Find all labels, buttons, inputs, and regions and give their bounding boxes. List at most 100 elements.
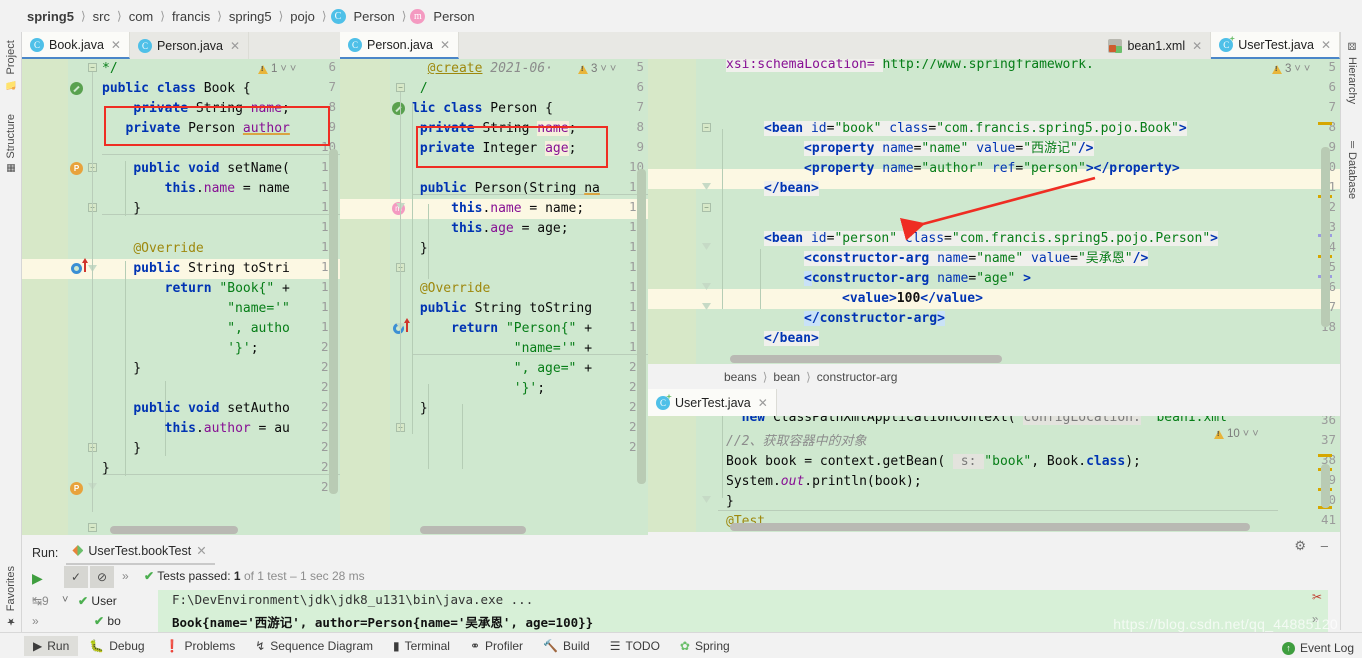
editor-scrollbar-person[interactable]: [637, 169, 646, 484]
check-icon: ✔: [144, 569, 155, 583]
build-hammer-icon: 🔨: [543, 638, 559, 653]
code-line: return "Person{" +: [451, 321, 593, 336]
editor-bean1-xml[interactable]: 5 6 7 8 9 10 11 12 13 14 15 16 17 18 − −…: [648, 59, 1340, 364]
tab-usertest-java[interactable]: C UserTest.java ✕: [1211, 32, 1340, 59]
chevron-up-icon[interactable]: ˅: [1243, 428, 1249, 440]
sidebar-item-project[interactable]: 📁 Project: [0, 36, 22, 94]
chevron-down-icon[interactable]: ˅: [610, 63, 616, 75]
bottom-tab-problems[interactable]: ❗ Problems: [156, 636, 245, 656]
breadcrumb-item-person-class[interactable]: C Person: [330, 8, 398, 24]
close-icon[interactable]: ✕: [440, 38, 450, 52]
editor-hscrollbar-person[interactable]: [420, 526, 526, 534]
breadcrumb-item-com[interactable]: com: [126, 9, 157, 24]
bottom-tab-debug[interactable]: 🐛 Debug: [80, 636, 153, 656]
xml-crumb-ctorarg[interactable]: constructor-arg: [817, 370, 898, 384]
bottom-tab-label: Debug: [109, 638, 145, 653]
chevron-down-icon[interactable]: ˅: [1252, 428, 1258, 440]
editor-book-java[interactable]: 6 7 8 9 10 11 12 13 14 15 16 17 18 19 20…: [22, 59, 340, 535]
chevron-down-icon[interactable]: ˅: [290, 63, 296, 75]
show-ignored-toggle[interactable]: ⊘: [90, 566, 114, 588]
line-number: 7: [328, 79, 336, 94]
close-icon[interactable]: ✕: [1321, 38, 1331, 52]
bottom-tab-profiler[interactable]: ⚭ Profiler: [461, 636, 532, 656]
breadcrumb-item-pojo[interactable]: pojo: [287, 9, 318, 24]
bottom-tab-todo[interactable]: ☰ TODO: [601, 636, 669, 656]
expand-tree-icon[interactable]: »: [32, 614, 39, 628]
fold-end-icon[interactable]: [702, 496, 711, 503]
fold-icon[interactable]: −: [88, 523, 97, 532]
close-icon[interactable]: ✕: [1192, 39, 1202, 53]
inspection-widget-xml[interactable]: 3 ˅ ˅: [1272, 63, 1310, 75]
fold-end-icon[interactable]: [702, 243, 711, 250]
breadcrumb-item-spring5[interactable]: spring5: [24, 9, 77, 24]
breadcrumb-item-spring5-pkg[interactable]: spring5: [226, 9, 275, 24]
editor-hscrollbar-usertest[interactable]: [730, 523, 1250, 531]
chevron-up-icon[interactable]: ˅: [600, 63, 606, 75]
sidebar-item-favorites[interactable]: ★ Favorites: [0, 562, 22, 630]
xml-crumb-bean[interactable]: bean: [773, 370, 800, 384]
sort-by-duration-icon[interactable]: ↹9: [32, 594, 49, 608]
bottom-tab-sequence-diagram[interactable]: ↯ Sequence Diagram: [246, 636, 382, 656]
tab-usertest-java-bottom[interactable]: C UserTest.java ✕: [648, 389, 777, 416]
breadcrumb-separator: ⟩: [401, 9, 407, 23]
override-gutter-icon[interactable]: [71, 263, 82, 274]
editor-scrollbar-xml[interactable]: [1321, 147, 1330, 327]
tab-bean1-xml[interactable]: x bean1.xml ✕: [1100, 32, 1212, 59]
expand-toolbar-button[interactable]: »: [122, 569, 129, 583]
close-icon[interactable]: ✕: [758, 396, 768, 410]
chevron-up-icon[interactable]: ˅: [1294, 63, 1300, 75]
code-line-ctx: new ClassPathXmlApplicationContext( conf…: [726, 416, 1235, 428]
close-icon[interactable]: ✕: [230, 39, 240, 53]
inspection-widget-person[interactable]: 3 ˅ ˅: [578, 63, 616, 75]
caret-row-highlight: [648, 289, 1340, 309]
editor-hscrollbar-book[interactable]: [110, 526, 238, 534]
show-passed-toggle[interactable]: ✓: [64, 566, 88, 588]
chevron-down-icon[interactable]: ˅: [1304, 63, 1310, 75]
tab-person-java[interactable]: C Person.java ✕: [129, 32, 250, 59]
xml-crumb-beans[interactable]: beans: [724, 370, 757, 384]
sidebar-item-structure[interactable]: ▦ Structure: [0, 110, 22, 178]
fold-icon[interactable]: −: [702, 123, 711, 132]
inspection-widget-book[interactable]: 1 ˅ ˅: [258, 63, 296, 75]
breadcrumb-item-person-method[interactable]: m Person: [410, 8, 477, 24]
chevron-up-icon[interactable]: ˅: [280, 63, 286, 75]
hide-panel-icon[interactable]: –: [1321, 538, 1328, 553]
marker-stripe[interactable]: [1318, 122, 1332, 125]
sidebar-item-database[interactable]: ═ Database: [1341, 137, 1362, 203]
property-gutter-icon[interactable]: P: [70, 482, 83, 495]
close-icon[interactable]: ✕: [111, 38, 121, 52]
tab-book-java[interactable]: C Book.java ✕: [22, 32, 130, 59]
close-icon[interactable]: ✕: [196, 543, 206, 558]
fold-icon[interactable]: −: [88, 63, 97, 72]
bottom-tab-run[interactable]: ▶ Run: [24, 635, 79, 656]
editor-scrollbar-usertest[interactable]: [1321, 464, 1330, 508]
java-class-icon: C: [137, 38, 152, 53]
marker-stripe[interactable]: [1318, 454, 1332, 457]
fold-icon[interactable]: −: [396, 83, 405, 92]
breadcrumb-item-src[interactable]: src: [90, 9, 113, 24]
editor-hscrollbar-xml[interactable]: [730, 355, 1002, 363]
run-class-gutter-icon[interactable]: [392, 102, 405, 115]
chevron-down-icon[interactable]: ˅: [62, 594, 68, 606]
bottom-tab-spring[interactable]: ✿ Spring: [671, 636, 739, 656]
run-class-gutter-icon[interactable]: [70, 82, 83, 95]
fold-icon[interactable]: −: [702, 203, 711, 212]
property-gutter-icon[interactable]: P: [70, 162, 83, 175]
breadcrumb-item-francis[interactable]: francis: [169, 9, 213, 24]
soft-wrap-icon[interactable]: ✂: [1312, 590, 1322, 604]
method-separator: [718, 510, 1278, 511]
event-log-button[interactable]: ↑ Event Log: [1281, 641, 1354, 655]
editor-usertest-java[interactable]: 36 37 38 39 40 41 new ClassPathXmlApplic…: [648, 416, 1340, 532]
editor-person-java[interactable]: 5 6 7 8 9 10 11 12 13 14 15 16 17 18 19 …: [340, 59, 648, 535]
rerun-button[interactable]: ▶: [32, 570, 43, 587]
test-tree-node-class[interactable]: ✔ User: [78, 594, 117, 608]
sidebar-item-hierarchy[interactable]: ⚄ Hierarchy: [1341, 38, 1362, 108]
inspection-widget-usertest[interactable]: 10 ˅ ˅: [1214, 428, 1259, 440]
tab-person-java-active[interactable]: C Person.java ✕: [340, 32, 460, 59]
run-config-tab[interactable]: UserTest.bookTest ✕: [66, 540, 215, 565]
bottom-tab-build[interactable]: 🔨 Build: [534, 636, 599, 656]
editor-scrollbar-book[interactable]: [329, 149, 338, 494]
gear-icon[interactable]: ⚙: [1294, 538, 1306, 554]
test-tree-node-method[interactable]: ✔ bo: [94, 614, 121, 628]
bottom-tab-terminal[interactable]: ▮ Terminal: [384, 636, 459, 656]
